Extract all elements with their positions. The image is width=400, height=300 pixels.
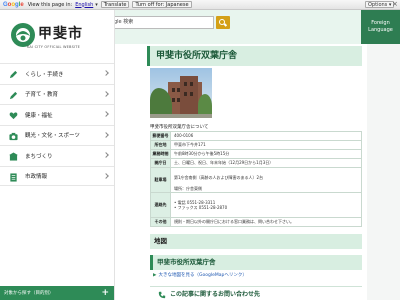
table-header-cell: その他 <box>150 217 171 227</box>
nav-item-childcare[interactable]: 子育て・教育 <box>0 83 114 105</box>
site-subtitle: KAI CITY OFFICIAL WEBSITE <box>27 45 80 49</box>
chevron-right-icon <box>103 172 109 179</box>
table-cell: 規則・期日以外の開庁日における窓口業務は、問い合わせ下さい。 <box>170 217 362 227</box>
table-header-cell: 開庁日 <box>150 158 171 168</box>
plus-icon: + <box>101 288 109 298</box>
table-caption: 甲斐市役所双葉庁舎について <box>150 125 209 130</box>
table-row: 連絡先 • 電話 0551-28-3311 • ファックス 0551-28-28… <box>150 192 362 218</box>
site-name: 甲斐市 <box>38 26 83 42</box>
table-row: その他 規則・期日以外の開庁日における窓口業務は、問い合わせ下さい。 <box>150 217 362 227</box>
find-by-target-label: 対象から探す（目的別） <box>4 291 54 296</box>
chevron-right-icon <box>103 90 109 97</box>
table-cell: 400-0106 <box>170 131 362 141</box>
table-header-cell: 郵便番号 <box>150 131 171 141</box>
search-input[interactable]: Google 検索 <box>100 16 214 29</box>
foreign-language-button[interactable]: Foreign Language <box>361 10 400 44</box>
options-button[interactable]: Options ▾ <box>365 1 395 8</box>
building-icon <box>9 152 18 161</box>
chevron-right-icon <box>103 131 109 138</box>
page-title: 甲斐市役所双葉庁舎 <box>147 46 362 66</box>
search-button[interactable] <box>216 16 230 29</box>
translate-prompt: View this page in: <box>27 1 73 8</box>
camera-icon <box>9 132 18 140</box>
sidebar: 甲斐市 KAI CITY OFFICIAL WEBSITE くらし・手続き 子育… <box>0 10 115 300</box>
translate-button[interactable]: Translate <box>100 1 130 8</box>
table-header-cell: 所在地 <box>150 140 171 150</box>
nav-label: くらし・手続き <box>25 71 64 78</box>
nav-label: まちづくり <box>25 153 53 160</box>
pencil-icon <box>9 91 18 99</box>
building-photo <box>150 68 212 118</box>
arrow-right-icon: ▶ <box>153 273 157 278</box>
table-header-cell: 業務時間 <box>150 149 171 159</box>
nav-item-health[interactable]: 健康・福祉 <box>0 104 114 125</box>
nav-item-living[interactable]: くらし・手続き <box>0 63 114 84</box>
table-cell: 甲斐市下今井171 <box>170 140 362 150</box>
contact-heading: この記事に関するお問い合わせ先 <box>150 286 362 300</box>
nav-label: 観光・文化・スポーツ <box>25 133 80 140</box>
nav-label: 健康・福祉 <box>25 112 53 119</box>
nav-label: 子育て・教育 <box>25 92 59 99</box>
table-header-cell: 連絡先 <box>150 192 171 218</box>
language-select[interactable]: English <box>75 2 93 8</box>
pencil-icon <box>9 70 18 79</box>
map-subheading: 甲斐市役所双葉庁舎 <box>150 255 362 270</box>
table-cell: 土、日曜日、祝日、年末年始（12月29日から1月3日） <box>170 158 362 168</box>
document-icon <box>10 172 17 182</box>
table-cell: 第1庁舎南側（高齢の人および障害のある人）2台 場所：庁舎東側 <box>170 167 362 193</box>
close-icon[interactable]: × <box>392 0 398 9</box>
phone-icon <box>158 291 166 299</box>
chevron-right-icon <box>103 70 109 76</box>
translate-bar: Google View this page in: English ▾ Tran… <box>0 0 400 10</box>
chevron-down-icon: ▾ <box>95 1 98 8</box>
main-nav: くらし・手続き 子育て・教育 健康・福祉 観光・文化・スポーツ まちづくり 市政… <box>0 63 114 186</box>
chevron-right-icon <box>103 111 109 117</box>
table-row: 業務時間 午前8時30分から午後5時15分 <box>150 149 362 159</box>
table-row: 駐車場 第1庁舎南側（高齢の人および障害のある人）2台 場所：庁舎東側 <box>150 167 362 193</box>
nav-label: 市政情報 <box>25 173 48 180</box>
nav-item-town[interactable]: まちづくり <box>0 145 114 166</box>
find-by-target-button[interactable]: 対象から探す（目的別） + <box>0 286 114 300</box>
map-heading: 地図 <box>150 234 362 249</box>
table-row: 所在地 甲斐市下今井171 <box>150 140 362 150</box>
table-cell: 午前8時30分から午後5時15分 <box>170 149 362 159</box>
google-map-link[interactable]: ▶ 大きな地図を見る（GoogleMapへリンク） <box>153 272 247 278</box>
heart-icon <box>9 112 18 120</box>
table-row: 開庁日 土、日曜日、祝日、年末年始（12月29日から1月3日） <box>150 158 362 168</box>
table-row: 郵便番号 400-0106 <box>150 131 362 141</box>
info-table: 郵便番号 400-0106 所在地 甲斐市下今井171 業務時間 午前8時30分… <box>150 131 362 227</box>
site-logo[interactable]: 甲斐市 KAI CITY OFFICIAL WEBSITE <box>10 20 110 60</box>
turn-off-button[interactable]: Turn off for: Japanese <box>132 1 192 8</box>
table-header-cell: 駐車場 <box>150 167 171 193</box>
google-logo: Google <box>3 1 24 8</box>
nav-item-tourism[interactable]: 観光・文化・スポーツ <box>0 124 114 146</box>
chevron-right-icon <box>103 152 109 158</box>
table-cell: • 電話 0551-28-3311 • ファックス 0551-28-2870 <box>170 192 362 218</box>
nav-item-administration[interactable]: 市政情報 <box>0 165 114 186</box>
right-margin <box>367 44 400 300</box>
